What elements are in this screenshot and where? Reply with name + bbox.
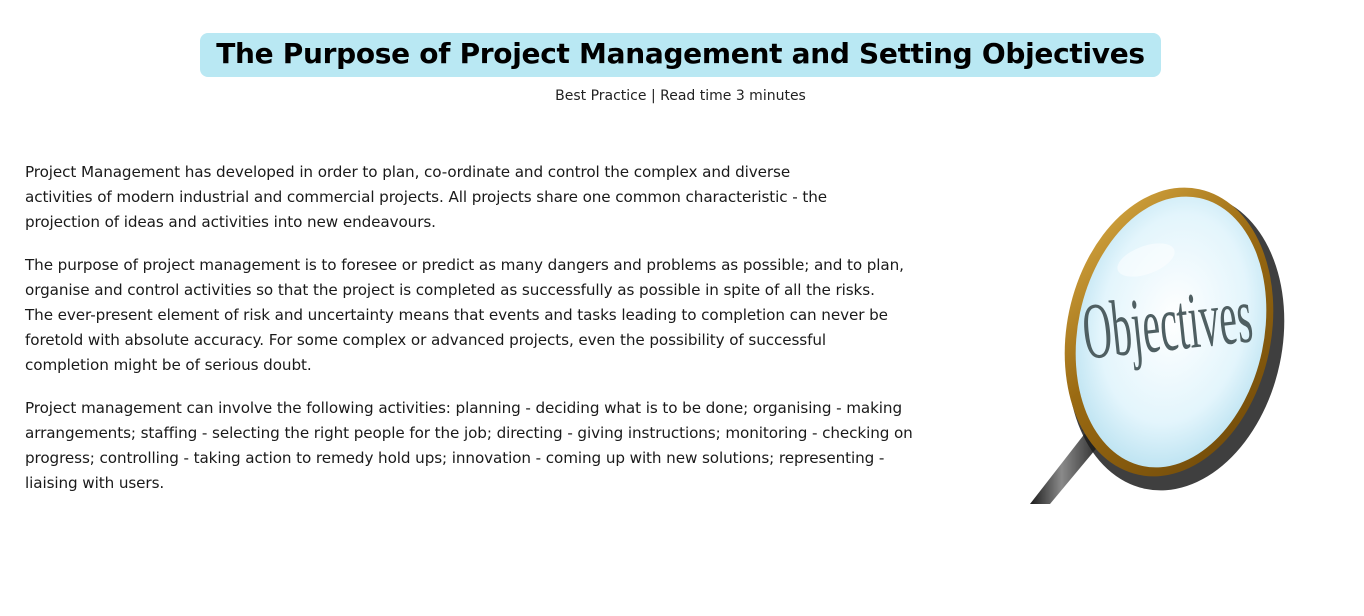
title-highlight: The Purpose of Project Management and Se…	[200, 33, 1161, 77]
paragraph-line: projection of ideas and activities into …	[25, 213, 436, 231]
article-body: Project Management has developed in orde…	[25, 160, 970, 514]
article-page: The Purpose of Project Management and Se…	[0, 0, 1364, 616]
objectives-illustration: Objectives	[1026, 160, 1290, 504]
magnifying-glass-icon: Objectives	[1030, 187, 1285, 504]
paragraph: The purpose of project management is to …	[25, 253, 970, 378]
lens-text: Objectives	[1078, 270, 1256, 376]
paragraph: Project Management has developed in orde…	[25, 160, 970, 235]
paragraph-line: liaising with users.	[25, 474, 165, 492]
paragraph-line: progress; controlling - taking action to…	[25, 449, 885, 467]
article-meta: Best Practice | Read time 3 minutes	[555, 88, 806, 104]
paragraph-line: The purpose of project management is to …	[25, 256, 904, 274]
page-title: The Purpose of Project Management and Se…	[216, 37, 1145, 70]
paragraph: Project management can involve the follo…	[25, 396, 970, 496]
paragraph-line: The ever-present element of risk and unc…	[25, 306, 888, 324]
paragraph-line: organise and control activities so that …	[25, 281, 875, 299]
paragraph-line: Project Management has developed in orde…	[25, 163, 791, 181]
paragraph-line: completion might be of serious doubt.	[25, 356, 312, 374]
article-header: The Purpose of Project Management and Se…	[0, 33, 1364, 105]
paragraph-line: foretold with absolute accuracy. For som…	[25, 331, 826, 349]
paragraph-line: arrangements; staffing - selecting the r…	[25, 424, 913, 442]
paragraph-line: activities of modern industrial and comm…	[25, 188, 827, 206]
paragraph-line: Project management can involve the follo…	[25, 399, 902, 417]
